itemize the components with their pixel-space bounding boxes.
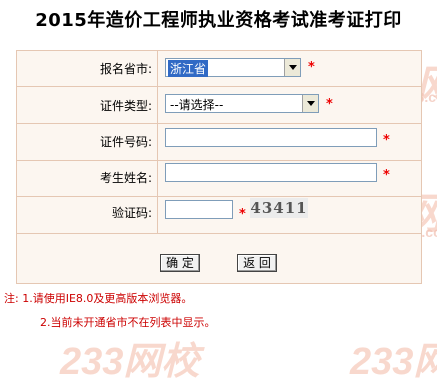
- note-line-1: 注: 1.请使用IE8.0及更高版本浏览器。: [4, 292, 193, 305]
- cert-type-label: 证件类型:: [99, 99, 152, 113]
- note-line-2: 2.当前未开通省市不在列表中显示。: [40, 316, 216, 329]
- captcha-image[interactable]: 43411: [250, 198, 308, 218]
- required-mark: *: [326, 97, 333, 112]
- candidate-name-input[interactable]: [165, 163, 377, 182]
- row-divider: [17, 196, 421, 197]
- captcha-input[interactable]: [165, 200, 233, 219]
- row-divider: [17, 123, 421, 124]
- row-divider: [17, 233, 421, 234]
- required-mark: *: [239, 207, 246, 222]
- watermark: 233网校: [350, 341, 437, 383]
- cert-number-input[interactable]: [165, 128, 377, 147]
- province-select[interactable]: 浙江省: [165, 58, 301, 77]
- page-title: 2015年造价工程师执业资格考试准考证打印: [35, 10, 402, 31]
- back-button[interactable]: 返 回: [237, 254, 277, 272]
- cert-type-selected-value: --请选择--: [170, 98, 224, 112]
- confirm-button[interactable]: 确 定: [160, 254, 200, 272]
- required-mark: *: [383, 168, 390, 183]
- chevron-down-icon[interactable]: [284, 59, 300, 76]
- cert-type-select[interactable]: --请选择--: [165, 94, 319, 113]
- candidate-name-label: 考生姓名:: [99, 171, 152, 185]
- required-mark: *: [383, 133, 390, 148]
- captcha-label: 验证码:: [111, 206, 152, 220]
- row-divider: [17, 86, 421, 87]
- province-label: 报名省市:: [99, 62, 152, 76]
- watermark: 233网校: [60, 341, 200, 383]
- province-selected-value: 浙江省: [168, 60, 209, 77]
- column-divider: [157, 51, 158, 233]
- chevron-down-icon[interactable]: [302, 95, 318, 112]
- row-divider: [17, 160, 421, 161]
- cert-number-label: 证件号码:: [99, 135, 152, 149]
- required-mark: *: [308, 60, 315, 75]
